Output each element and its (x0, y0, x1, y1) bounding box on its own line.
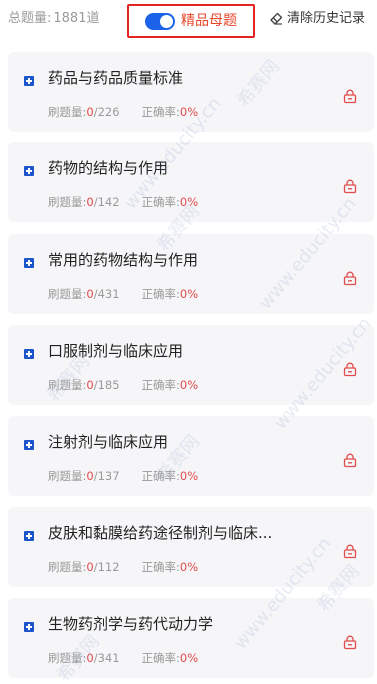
accuracy-label: 正确率: (141, 378, 180, 392)
chapter-stats: 刷题量:0/226 正确率:0% (48, 104, 198, 120)
chapter-title: 皮肤和黏膜给药途径制剂与临床... (48, 524, 273, 542)
accuracy-value: 0% (179, 469, 199, 483)
practiced-count: 0 (86, 651, 94, 665)
chapter-stats: 刷题量:0/431 正确率:0% (48, 286, 198, 302)
question-total: 185 (97, 378, 120, 392)
accuracy-label: 正确率: (141, 105, 180, 119)
question-total: 341 (97, 651, 120, 665)
practiced-label: 刷题量: (48, 195, 87, 209)
plus-square-icon (24, 622, 34, 632)
eraser-icon (270, 12, 283, 25)
total-questions: 总题量: 1881道 (8, 10, 99, 28)
question-total: 137 (97, 469, 120, 483)
chapter-stats: 刷题量:0/142 正确率:0% (48, 194, 198, 210)
premium-toggle-label[interactable]: 精品母题 (181, 12, 237, 30)
accuracy-value: 0% (179, 560, 199, 574)
chapter-stats: 刷题量:0/341 正确率:0% (48, 650, 198, 666)
chapter-title: 生物药剂学与药代动力学 (48, 615, 214, 633)
chapter-title: 常用的药物结构与作用 (48, 251, 199, 269)
accuracy-label: 正确率: (141, 195, 180, 209)
chapter-title: 口服制剂与临床应用 (48, 342, 184, 360)
top-bar: 总题量: 1881道 精品母题 清除历史记录 (0, 0, 377, 40)
accuracy-value: 0% (179, 651, 199, 665)
lock-icon[interactable] (342, 88, 358, 104)
chapter-title: 药品与药品质量标准 (48, 69, 184, 87)
practiced-count: 0 (86, 560, 94, 574)
practiced-label: 刷题量: (48, 560, 87, 574)
chapter-title: 药物的结构与作用 (48, 159, 169, 177)
plus-square-icon (24, 166, 34, 176)
lock-icon[interactable] (342, 452, 358, 468)
accuracy-value: 0% (179, 287, 199, 301)
premium-toggle-highlight[interactable]: 精品母题 (127, 4, 255, 38)
question-total: 142 (97, 195, 120, 209)
question-total: 112 (97, 560, 120, 574)
accuracy-label: 正确率: (141, 651, 180, 665)
toggle-knob (160, 15, 173, 28)
accuracy-value: 0% (179, 195, 199, 209)
question-bank-page: 总题量: 1881道 精品母题 清除历史记录 药品与药品质量标准 刷题量:0/226… (0, 0, 377, 684)
total-value: 1881道 (53, 11, 100, 26)
chapter-stats: 刷题量:0/185 正确率:0% (48, 377, 198, 393)
chapter-card[interactable]: 药品与药品质量标准 刷题量:0/226 正确率:0% (8, 52, 374, 132)
lock-icon[interactable] (342, 543, 358, 559)
plus-square-icon (24, 531, 34, 541)
practiced-count: 0 (86, 105, 94, 119)
question-total: 431 (97, 287, 120, 301)
total-label: 总题量: (8, 11, 52, 26)
accuracy-label: 正确率: (141, 469, 180, 483)
practiced-count: 0 (86, 469, 94, 483)
chapter-card[interactable]: 常用的药物结构与作用 刷题量:0/431 正确率:0% (8, 234, 374, 314)
chapter-card[interactable]: 口服制剂与临床应用 刷题量:0/185 正确率:0% (8, 325, 374, 405)
practiced-label: 刷题量: (48, 105, 87, 119)
chapter-stats: 刷题量:0/112 正确率:0% (48, 559, 198, 575)
plus-square-icon (24, 440, 34, 450)
chapter-title: 注射剂与临床应用 (48, 433, 169, 451)
lock-icon[interactable] (342, 361, 358, 377)
plus-square-icon (24, 349, 34, 359)
practiced-label: 刷题量: (48, 469, 87, 483)
chapter-card[interactable]: 药物的结构与作用 刷题量:0/142 正确率:0% (8, 142, 374, 222)
plus-square-icon (24, 76, 34, 86)
clear-history-button[interactable]: 清除历史记录 (268, 8, 365, 30)
practiced-count: 0 (86, 378, 94, 392)
practiced-label: 刷题量: (48, 287, 87, 301)
practiced-label: 刷题量: (48, 651, 87, 665)
accuracy-label: 正确率: (141, 560, 180, 574)
chapter-card[interactable]: 注射剂与临床应用 刷题量:0/137 正确率:0% (8, 416, 374, 496)
chapter-card[interactable]: 生物药剂学与药代动力学 刷题量:0/341 正确率:0% (8, 598, 374, 678)
plus-square-icon (24, 258, 34, 268)
practiced-count: 0 (86, 195, 94, 209)
question-total: 226 (97, 105, 120, 119)
accuracy-value: 0% (179, 105, 199, 119)
accuracy-value: 0% (179, 378, 199, 392)
lock-icon[interactable] (342, 634, 358, 650)
lock-icon[interactable] (342, 178, 358, 194)
practiced-count: 0 (86, 287, 94, 301)
lock-icon[interactable] (342, 270, 358, 286)
chapter-card[interactable]: 皮肤和黏膜给药途径制剂与临床... 刷题量:0/112 正确率:0% (8, 507, 374, 587)
chapter-stats: 刷题量:0/137 正确率:0% (48, 468, 198, 484)
clear-history-label: 清除历史记录 (287, 11, 366, 26)
practiced-label: 刷题量: (48, 378, 87, 392)
accuracy-label: 正确率: (141, 287, 180, 301)
premium-toggle-switch[interactable] (145, 13, 175, 30)
